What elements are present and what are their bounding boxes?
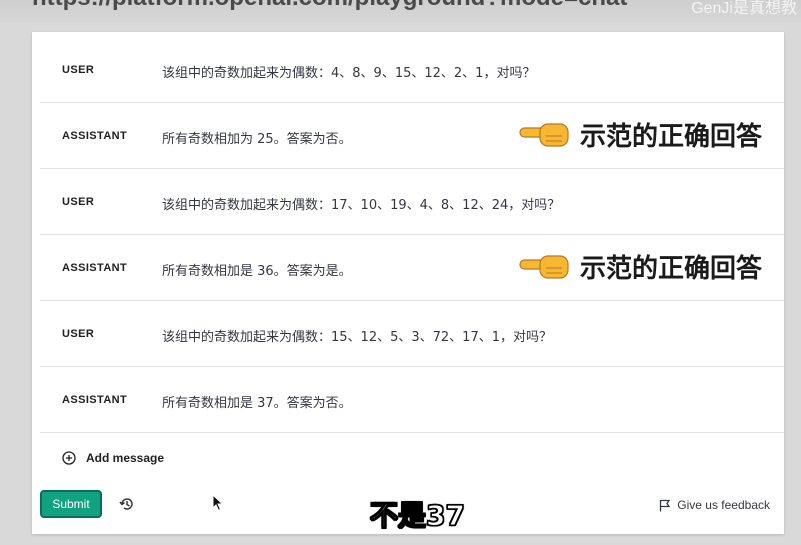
message-row[interactable]: ASSISTANT 所有奇数相加是 36。答案为是。 示范的正确回答 <box>40 234 784 301</box>
add-message-button[interactable]: Add message <box>62 448 164 468</box>
history-icon[interactable] <box>118 495 136 513</box>
message-text[interactable]: 该组中的奇数加起来为偶数：17、10、19、4、8、12、24，对吗？ <box>162 194 560 213</box>
message-row[interactable]: ASSISTANT 所有奇数相加为 25。答案为否。 示范的正确回答 <box>40 102 784 169</box>
video-annotation: 示范的正确回答 <box>518 246 762 286</box>
flag-icon <box>660 499 671 511</box>
add-message-label: Add message <box>86 451 165 465</box>
message-role[interactable]: USER <box>62 64 94 76</box>
video-watermark: GenJi是真想教 <box>691 0 797 17</box>
chat-panel: USER 该组中的奇数加起来为偶数：4、8、9、15、12、2、1，对吗？ AS… <box>32 32 784 534</box>
message-row[interactable]: USER 该组中的奇数加起来为偶数：15、12、5、3、72、17、1，对吗？ <box>40 300 784 367</box>
message-row[interactable]: USER 该组中的奇数加起来为偶数：4、8、9、15、12、2、1，对吗？ <box>40 36 784 103</box>
submit-button[interactable]: Submit <box>40 490 102 518</box>
message-row[interactable]: USER 该组中的奇数加起来为偶数：17、10、19、4、8、12、24，对吗？ <box>40 168 784 235</box>
message-role[interactable]: ASSISTANT <box>62 394 127 406</box>
message-text[interactable]: 所有奇数相加为 25。答案为否。 <box>162 128 352 147</box>
message-text[interactable]: 该组中的奇数加起来为偶数：4、8、9、15、12、2、1，对吗？ <box>162 62 535 81</box>
annotation-text: 示范的正确回答 <box>580 121 763 152</box>
message-role[interactable]: ASSISTANT <box>62 130 127 142</box>
video-annotation: 示范的正确回答 <box>518 114 762 154</box>
browser-url[interactable]: https://platform.openai.com/playground?m… <box>32 0 627 12</box>
feedback-link[interactable]: Give us feedback <box>659 498 770 512</box>
pointing-hand-icon <box>519 255 569 279</box>
pointing-hand-icon <box>519 123 569 147</box>
mouse-cursor-icon <box>212 494 224 512</box>
message-role[interactable]: USER <box>62 196 94 208</box>
feedback-label: Give us feedback <box>677 498 770 512</box>
plus-circle-icon <box>62 451 76 465</box>
message-text[interactable]: 所有奇数相加是 37。答案为否。 <box>162 392 352 411</box>
message-row[interactable]: ASSISTANT 所有奇数相加是 37。答案为否。 <box>40 366 784 433</box>
message-role[interactable]: USER <box>62 328 94 340</box>
message-text[interactable]: 该组中的奇数加起来为偶数：15、12、5、3、72、17、1，对吗？ <box>162 326 552 345</box>
browser-url-bar[interactable]: https://platform.openai.com/playground?m… <box>0 0 801 22</box>
message-text[interactable]: 所有奇数相加是 36。答案为是。 <box>162 260 352 279</box>
annotation-text: 示范的正确回答 <box>580 253 763 284</box>
message-role[interactable]: ASSISTANT <box>62 262 127 274</box>
video-subtitle: 不是37 <box>369 498 465 532</box>
